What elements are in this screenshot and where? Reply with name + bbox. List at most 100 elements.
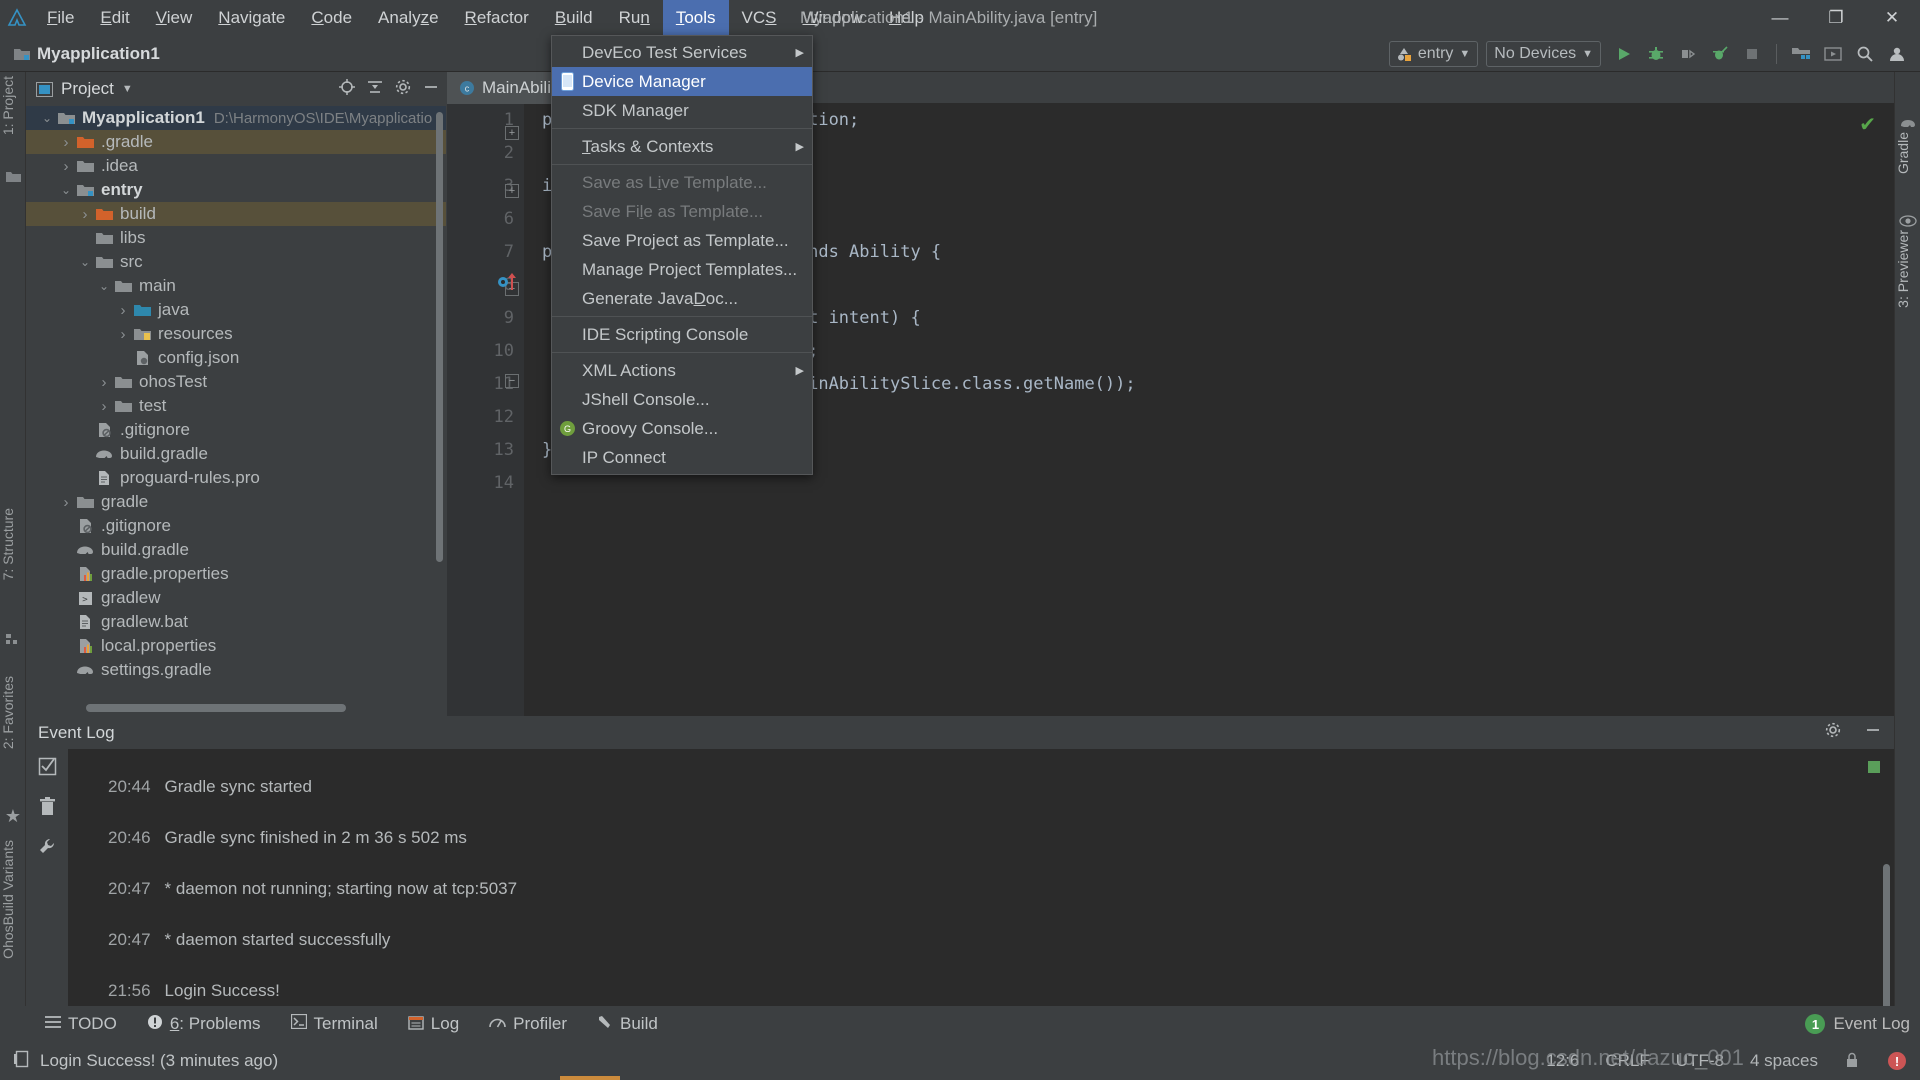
bottom-stripe-6-problems[interactable]: 6: Problems — [132, 1014, 276, 1035]
tools-menu-popup[interactable]: DevEco Test Services ▶ Device Manager SDK M… — [551, 35, 813, 475]
tree-node-gradle[interactable]: › .gradle — [26, 130, 446, 154]
maximize-button[interactable]: ❐ — [1808, 0, 1864, 36]
line-separator[interactable]: CRLF — [1605, 1051, 1649, 1071]
tree-node-gradlew[interactable]: > gradlew — [26, 586, 446, 610]
fold-expand-icon-2[interactable]: + — [505, 184, 519, 198]
tree-node-myapplication1[interactable]: ⌄ Myapplication1 D:\HarmonyOS\IDE\Myapplic… — [26, 106, 446, 130]
tools-menu-item-xml-actions[interactable]: XML Actions ▶ — [552, 356, 812, 385]
tools-menu-item-tasks-contexts[interactable]: Tasks & Contexts ▶ — [552, 132, 812, 161]
attach-debugger-icon[interactable] — [1673, 39, 1703, 69]
tools-menu-item-sdk-manager[interactable]: SDK Manager — [552, 96, 812, 125]
error-indicator-icon[interactable]: ! — [1888, 1052, 1906, 1070]
previewer-icon[interactable] — [1818, 39, 1848, 69]
bottom-stripe-log[interactable]: Log — [393, 1014, 474, 1035]
settings-gear-icon[interactable] — [1824, 721, 1842, 744]
tools-menu-item-deveco-test-services[interactable]: DevEco Test Services ▶ — [552, 38, 812, 67]
tree-node-resources[interactable]: › resources — [26, 322, 446, 346]
chevron-right-icon[interactable]: › — [95, 374, 113, 391]
caret-position[interactable]: 12:6 — [1546, 1051, 1579, 1071]
tree-node-gitignore[interactable]: .gitignore — [26, 514, 446, 538]
account-icon[interactable] — [1882, 39, 1912, 69]
tools-menu-item-device-manager[interactable]: Device Manager — [552, 67, 812, 96]
tree-node-gradlew-bat[interactable]: gradlew.bat — [26, 610, 446, 634]
tree-node-settings-gradle[interactable]: settings.gradle — [26, 658, 446, 682]
menu-file[interactable]: File — [34, 0, 87, 36]
hide-panel-icon[interactable] — [422, 78, 440, 101]
chevron-down-icon[interactable]: ⌄ — [38, 111, 56, 125]
menu-tools[interactable]: Tools — [662, 0, 729, 36]
settings-gear-icon[interactable] — [394, 78, 412, 101]
project-tree-horizontal-scrollbar[interactable] — [86, 704, 346, 712]
device-selector[interactable]: No Devices ▼ — [1486, 41, 1601, 67]
chevron-right-icon[interactable]: › — [95, 398, 113, 415]
profile-icon[interactable] — [1705, 39, 1735, 69]
chevron-right-icon[interactable]: › — [57, 158, 75, 175]
tree-node-main[interactable]: ⌄ main — [26, 274, 446, 298]
stripe-tab-project[interactable]: 1: Project — [0, 76, 16, 135]
stripe-tab-structure[interactable]: 7: Structure — [0, 508, 16, 580]
mark-read-icon[interactable] — [38, 757, 57, 781]
collapse-all-icon[interactable] — [366, 78, 384, 101]
menu-refactor[interactable]: Refactor — [452, 0, 542, 36]
tree-node-gradle-properties[interactable]: gradle.properties — [26, 562, 446, 586]
chevron-right-icon[interactable]: › — [114, 302, 132, 319]
tree-node-proguard-rules-pro[interactable]: proguard-rules.pro — [26, 466, 446, 490]
status-message-group[interactable]: Login Success! (3 minutes ago) — [0, 1050, 278, 1073]
tree-node-build-gradle[interactable]: build.gradle — [26, 442, 446, 466]
event-log-stripe-button[interactable]: 1 Event Log — [1805, 1014, 1910, 1034]
chevron-down-icon[interactable]: ⌄ — [95, 279, 113, 293]
debug-icon[interactable] — [1641, 39, 1671, 69]
menu-build[interactable]: Build — [542, 0, 606, 36]
scroll-from-source-icon[interactable] — [338, 78, 356, 101]
tree-node-build[interactable]: › build — [26, 202, 446, 226]
project-tree[interactable]: ⌄ Myapplication1 D:\HarmonyOS\IDE\Myapplic… — [26, 106, 446, 698]
tree-node-test[interactable]: › test — [26, 394, 446, 418]
stripe-tab-favorites[interactable]: 2: Favorites — [0, 676, 16, 749]
fold-collapse-icon-2[interactable]: − — [505, 374, 519, 388]
tools-menu-item-ide-scripting-console[interactable]: IDE Scripting Console — [552, 320, 812, 349]
chevron-right-icon[interactable]: › — [57, 494, 75, 511]
hide-panel-icon[interactable] — [1864, 721, 1882, 744]
menu-run[interactable]: Run — [606, 0, 663, 36]
tools-menu-item-jshell-console[interactable]: JShell Console... — [552, 385, 812, 414]
tree-node-config-json[interactable]: config.json — [26, 346, 446, 370]
close-button[interactable]: ✕ — [1864, 0, 1920, 36]
stripe-tab-ohosbuild-variants[interactable]: OhosBuild Variants — [0, 840, 16, 959]
tree-node-entry[interactable]: ⌄ entry — [26, 178, 446, 202]
tools-menu-item-generate-javadoc[interactable]: Generate JavaDoc... — [552, 284, 812, 313]
project-structure-icon[interactable] — [1786, 39, 1816, 69]
project-tree-vertical-scrollbar[interactable] — [436, 112, 443, 562]
menu-vcs[interactable]: VCS — [729, 0, 790, 36]
tree-node-gradle[interactable]: › gradle — [26, 490, 446, 514]
chevron-down-icon[interactable]: ⌄ — [76, 255, 94, 269]
chevron-right-icon[interactable]: › — [114, 326, 132, 343]
menu-view[interactable]: View — [143, 0, 206, 36]
menu-code[interactable]: Code — [298, 0, 365, 36]
menu-analyze[interactable]: Analyze — [365, 0, 452, 36]
bottom-stripe-terminal[interactable]: Terminal — [276, 1013, 393, 1034]
lock-icon[interactable] — [1844, 1052, 1862, 1070]
stripe-tab-previewer[interactable]: 3: Previewer — [1895, 230, 1911, 308]
tree-node-ohostest[interactable]: › ohosTest — [26, 370, 446, 394]
chevron-down-icon[interactable]: ⌄ — [57, 183, 75, 197]
menu-navigate[interactable]: Navigate — [205, 0, 298, 36]
chevron-down-icon[interactable]: ▼ — [122, 83, 133, 95]
tree-node-build-gradle[interactable]: build.gradle — [26, 538, 446, 562]
event-log-entries[interactable]: 20:44 Gradle sync started 20:46 Gradle sync… — [68, 749, 1894, 1039]
tools-menu-item-manage-project-templates[interactable]: Manage Project Templates... — [552, 255, 812, 284]
tree-node-idea[interactable]: › .idea — [26, 154, 446, 178]
tools-menu-item-ip-connect[interactable]: IP Connect — [552, 443, 812, 472]
tree-node-gitignore[interactable]: .gitignore — [26, 418, 446, 442]
menu-edit[interactable]: Edit — [87, 0, 142, 36]
settings-wrench-icon[interactable] — [38, 837, 57, 861]
override-method-gutter-icon[interactable] — [497, 272, 521, 292]
bottom-stripe-todo[interactable]: TODO — [30, 1014, 132, 1034]
tree-node-src[interactable]: ⌄ src — [26, 250, 446, 274]
fold-expand-icon[interactable]: + — [505, 126, 519, 140]
tools-menu-item-groovy-console[interactable]: G Groovy Console... — [552, 414, 812, 443]
tools-menu-item-save-project-as-template[interactable]: Save Project as Template... — [552, 226, 812, 255]
delete-icon[interactable] — [39, 797, 56, 821]
minimize-button[interactable]: — — [1752, 0, 1808, 36]
editor-tab-mainability[interactable]: c MainAbili — [447, 71, 563, 104]
tree-node-java[interactable]: › java — [26, 298, 446, 322]
